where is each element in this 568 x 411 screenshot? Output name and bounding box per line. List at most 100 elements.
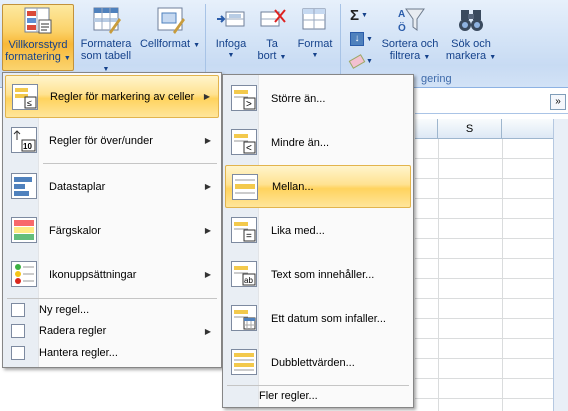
menu-item-greater-than[interactable]: > Större än...: [225, 77, 411, 120]
vertical-scrollbar[interactable]: [553, 119, 568, 411]
format-as-table-button[interactable]: Formatera som tabell ▼: [76, 6, 136, 73]
sort-filter-label-1: Sortera och: [381, 38, 439, 50]
chevron-right-icon: ▶: [204, 182, 211, 191]
top-bottom-rules-icon: 10: [11, 127, 37, 153]
expand-icon: »: [555, 96, 561, 107]
editing-group-label: gering: [421, 73, 452, 85]
svg-text:10: 10: [23, 142, 32, 151]
menu-item-less-than[interactable]: < Mindre än...: [225, 121, 411, 164]
color-scales-icon: [11, 217, 37, 243]
chevron-right-icon: ▶: [204, 270, 211, 279]
formula-bar-expand-button[interactable]: »: [550, 94, 566, 110]
worksheet-grid[interactable]: [415, 139, 553, 411]
menu-item-more-rules[interactable]: Fler regler...: [225, 386, 411, 406]
svg-text:=: =: [246, 231, 252, 242]
menu-item-label: Lika med...: [271, 224, 325, 237]
format-as-table-label-2: som tabell: [80, 50, 132, 62]
highlight-cells-rules-submenu: > Större än... < Mindre än... Mellan... …: [222, 74, 414, 408]
chevron-down-icon: ▼: [361, 11, 368, 19]
chevron-right-icon: ▶: [204, 326, 211, 336]
chevron-down-icon: ▼: [311, 52, 319, 59]
formula-bar[interactable]: [415, 90, 568, 114]
chevron-down-icon: ▼: [489, 54, 497, 61]
find-select-label-1: Sök och: [451, 38, 491, 50]
clear-button[interactable]: ▼: [348, 52, 373, 70]
menu-item-new-rule[interactable]: Ny regel...: [5, 300, 219, 320]
menu-item-label: Datastaplar: [49, 180, 106, 193]
menu-item-manage-rules[interactable]: Hantera regler...: [5, 343, 219, 363]
conditional-formatting-label-1: Villkorsstyrd: [8, 39, 68, 51]
equal-to-icon: =: [231, 217, 257, 243]
delete-label-2: bort: [257, 50, 277, 62]
chevron-down-icon: ▼: [423, 54, 431, 61]
delete-button[interactable]: Ta bort ▼: [254, 6, 290, 72]
svg-text:Ö: Ö: [398, 21, 406, 34]
svg-text:≤: ≤: [27, 98, 32, 108]
less-than-icon: <: [231, 129, 257, 155]
fill-button[interactable]: ↓ ▼: [350, 30, 373, 48]
menu-item-date-occurring[interactable]: Ett datum som infaller...: [225, 297, 411, 340]
chevron-down-icon: ▼: [193, 42, 201, 49]
menu-item-label: Fler regler...: [259, 390, 318, 402]
svg-text:>: >: [246, 99, 252, 110]
menu-item-icon-sets[interactable]: Ikonuppsättningar ▶: [5, 253, 219, 296]
fill-down-icon: ↓: [350, 32, 364, 46]
format-button[interactable]: Format ▼: [294, 6, 336, 72]
format-as-table-icon: [91, 6, 121, 34]
menu-item-duplicate-values[interactable]: Dubblettvärden...: [225, 341, 411, 384]
text-contains-icon: ab: [231, 261, 257, 287]
group-separator: [340, 4, 341, 84]
chevron-right-icon: ▶: [204, 136, 211, 145]
svg-text:<: <: [246, 143, 252, 154]
menu-item-label: Dubblettvärden...: [271, 356, 355, 369]
menu-item-label: Regler för markering av celler: [50, 90, 195, 103]
conditional-formatting-menu: ≤ Regler för markering av celler ▶ 10 Re…: [2, 72, 222, 368]
column-headers: R S: [402, 119, 568, 139]
insert-label: Infoga: [215, 38, 247, 50]
sort-filter-label-2: filtrera: [389, 50, 421, 62]
chevron-down-icon: ▼: [227, 52, 235, 59]
menu-item-label: Hantera regler...: [39, 347, 118, 359]
cell-styles-icon: [155, 6, 185, 34]
menu-item-top-bottom-rules[interactable]: 10 Regler för över/under ▶: [5, 119, 219, 162]
new-rule-icon: [11, 303, 25, 317]
format-as-table-label-1: Formatera: [80, 38, 132, 50]
menu-item-label: Mindre än...: [271, 136, 330, 149]
binoculars-icon: [456, 6, 486, 34]
menu-separator: [43, 163, 217, 164]
find-select-button[interactable]: Sök och markera ▼: [444, 6, 498, 72]
menu-item-label: Större än...: [271, 92, 326, 105]
chevron-down-icon: ▼: [366, 35, 373, 43]
eraser-icon: [348, 53, 366, 69]
manage-rules-icon: [11, 346, 25, 360]
menu-item-label: Mellan...: [272, 180, 314, 193]
menu-item-text-contains[interactable]: ab Text som innehåller...: [225, 253, 411, 296]
greater-than-icon: >: [231, 85, 257, 111]
duplicate-values-icon: [231, 349, 257, 375]
icon-sets-icon: [11, 261, 37, 287]
menu-item-between[interactable]: Mellan...: [225, 165, 411, 208]
menu-item-clear-rules[interactable]: Radera regler ▶: [5, 321, 219, 341]
menu-item-equal-to[interactable]: = Lika med...: [225, 209, 411, 252]
sort-filter-button[interactable]: A Ö Sortera och filtrera ▼: [378, 6, 442, 72]
menu-item-highlight-cells-rules[interactable]: ≤ Regler för markering av celler ▶: [5, 75, 219, 118]
svg-text:A: A: [398, 9, 405, 20]
date-occurring-icon: [231, 305, 257, 331]
menu-item-label: Ikonuppsättningar: [49, 268, 137, 281]
delete-cells-icon: [257, 6, 287, 34]
menu-item-color-scales[interactable]: Färgskalor ▶: [5, 209, 219, 252]
column-header-s[interactable]: S: [438, 119, 502, 139]
chevron-down-icon: ▼: [63, 55, 71, 62]
between-icon: [232, 174, 258, 200]
chevron-down-icon: ▼: [366, 57, 373, 65]
format-label: Format: [297, 38, 333, 50]
menu-item-label: Text som innehåller...: [271, 268, 375, 281]
conditional-formatting-button[interactable]: Villkorsstyrd formatering ▼: [2, 4, 74, 71]
menu-item-data-bars[interactable]: Datastaplar ▶: [5, 165, 219, 208]
chevron-right-icon: ▶: [203, 92, 210, 101]
cell-styles-button[interactable]: Cellformat ▼: [138, 6, 202, 72]
insert-button[interactable]: Infoga ▼: [210, 6, 252, 72]
menu-item-label: Regler för över/under: [49, 134, 153, 147]
autosum-button[interactable]: Σ ▼: [350, 6, 368, 24]
data-bars-icon: [11, 173, 37, 199]
